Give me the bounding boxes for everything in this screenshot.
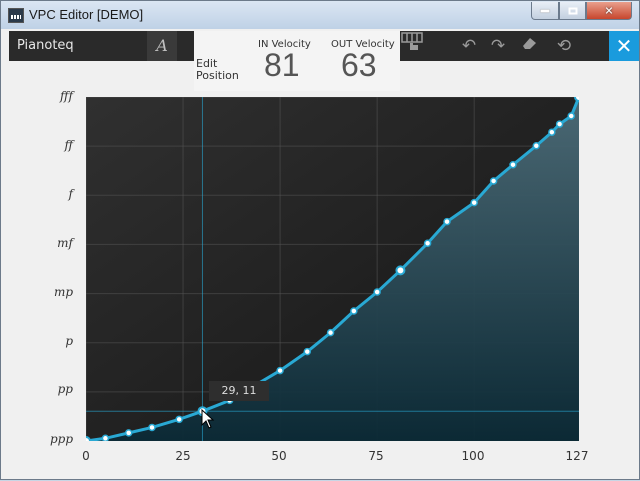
- edit-position-label: Edit Position: [196, 57, 239, 82]
- eraser-icon: [523, 38, 536, 49]
- y-tick-label: pp: [57, 382, 73, 396]
- y-tick-label: fff: [60, 89, 73, 103]
- curve-control-point[interactable]: [148, 423, 156, 432]
- y-tick-label: mp: [53, 285, 73, 299]
- editor-close-button[interactable]: ✕: [609, 31, 639, 61]
- maximize-icon: [568, 7, 577, 14]
- curve-control-point[interactable]: [555, 120, 564, 128]
- curve-control-point[interactable]: [124, 429, 133, 437]
- x-tick-label: 50: [271, 449, 287, 463]
- eraser-button[interactable]: [515, 31, 545, 61]
- undo-icon: ↶: [461, 36, 477, 56]
- point-tooltip: 29, 11: [209, 381, 269, 401]
- minimize-icon: [540, 9, 550, 12]
- undo-button[interactable]: ↶: [454, 31, 484, 61]
- curve-control-point[interactable]: [350, 307, 358, 315]
- curve-control-point[interactable]: [303, 347, 312, 356]
- redo-button[interactable]: ↷: [483, 31, 513, 61]
- reset-icon: ⟲: [556, 36, 572, 56]
- x-tick-label: 75: [368, 449, 384, 463]
- curve-control-point[interactable]: [443, 217, 451, 226]
- rename-preset-button[interactable]: A: [147, 31, 177, 61]
- curve-control-point[interactable]: [489, 177, 498, 185]
- out-velocity-value: 63: [341, 47, 377, 83]
- curve-control-point[interactable]: [567, 112, 575, 120]
- y-tick-label: p: [65, 334, 73, 348]
- curve-control-point[interactable]: [470, 198, 478, 207]
- x-tick-label: 25: [175, 449, 191, 463]
- y-tick-label: f: [68, 187, 73, 201]
- x-tick-label: 0: [82, 449, 90, 463]
- window-close-button[interactable]: ✕: [586, 2, 632, 20]
- rename-icon: A: [156, 36, 168, 55]
- editor-toolbar: Pianoteq A Edit Position IN Velocity 81 …: [9, 31, 639, 91]
- curve-control-point[interactable]: [86, 436, 91, 441]
- y-tick-label: mf: [57, 236, 73, 250]
- minimize-button[interactable]: [531, 2, 559, 20]
- velocity-info-panel: Edit Position IN Velocity 81 OUT Velocit…: [194, 31, 400, 91]
- curve-control-point[interactable]: [509, 160, 517, 169]
- piano-input-button[interactable]: [397, 31, 427, 61]
- x-tick-label: 127: [565, 449, 589, 463]
- curve-control-point[interactable]: [373, 288, 381, 296]
- curve-control-point[interactable]: [548, 128, 556, 136]
- curve-control-point[interactable]: [175, 415, 183, 424]
- y-tick-label: ppp: [49, 432, 73, 446]
- curve-control-point[interactable]: [423, 239, 432, 248]
- curve-control-point[interactable]: [326, 328, 335, 337]
- y-tick-label: ff: [64, 138, 73, 152]
- curve-control-point[interactable]: [276, 366, 284, 375]
- redo-icon: ↷: [490, 36, 506, 56]
- in-velocity-value: 81: [264, 47, 300, 83]
- curve-control-point[interactable]: [101, 434, 110, 441]
- y-axis-labels: fff ff f mf mp p pp ppp: [1, 1, 73, 481]
- close-icon: ✕: [604, 4, 614, 17]
- reset-button[interactable]: ⟲: [549, 31, 579, 61]
- velocity-curve-plot[interactable]: [86, 97, 579, 441]
- title-bar[interactable]: VPC Editor [DEMO] ✕: [1, 1, 639, 29]
- app-window: VPC Editor [DEMO] ✕ Pianoteq A Edit Posi…: [0, 0, 640, 480]
- curve-control-point[interactable]: [532, 142, 541, 150]
- close-icon: ✕: [615, 34, 633, 58]
- maximize-button[interactable]: [559, 2, 586, 20]
- mouse-cursor-icon: [201, 409, 215, 429]
- x-tick-label: 100: [461, 449, 485, 463]
- edit-position-point[interactable]: [395, 265, 406, 276]
- piano-hand-icon: [401, 32, 423, 50]
- curve-control-point[interactable]: [574, 97, 579, 102]
